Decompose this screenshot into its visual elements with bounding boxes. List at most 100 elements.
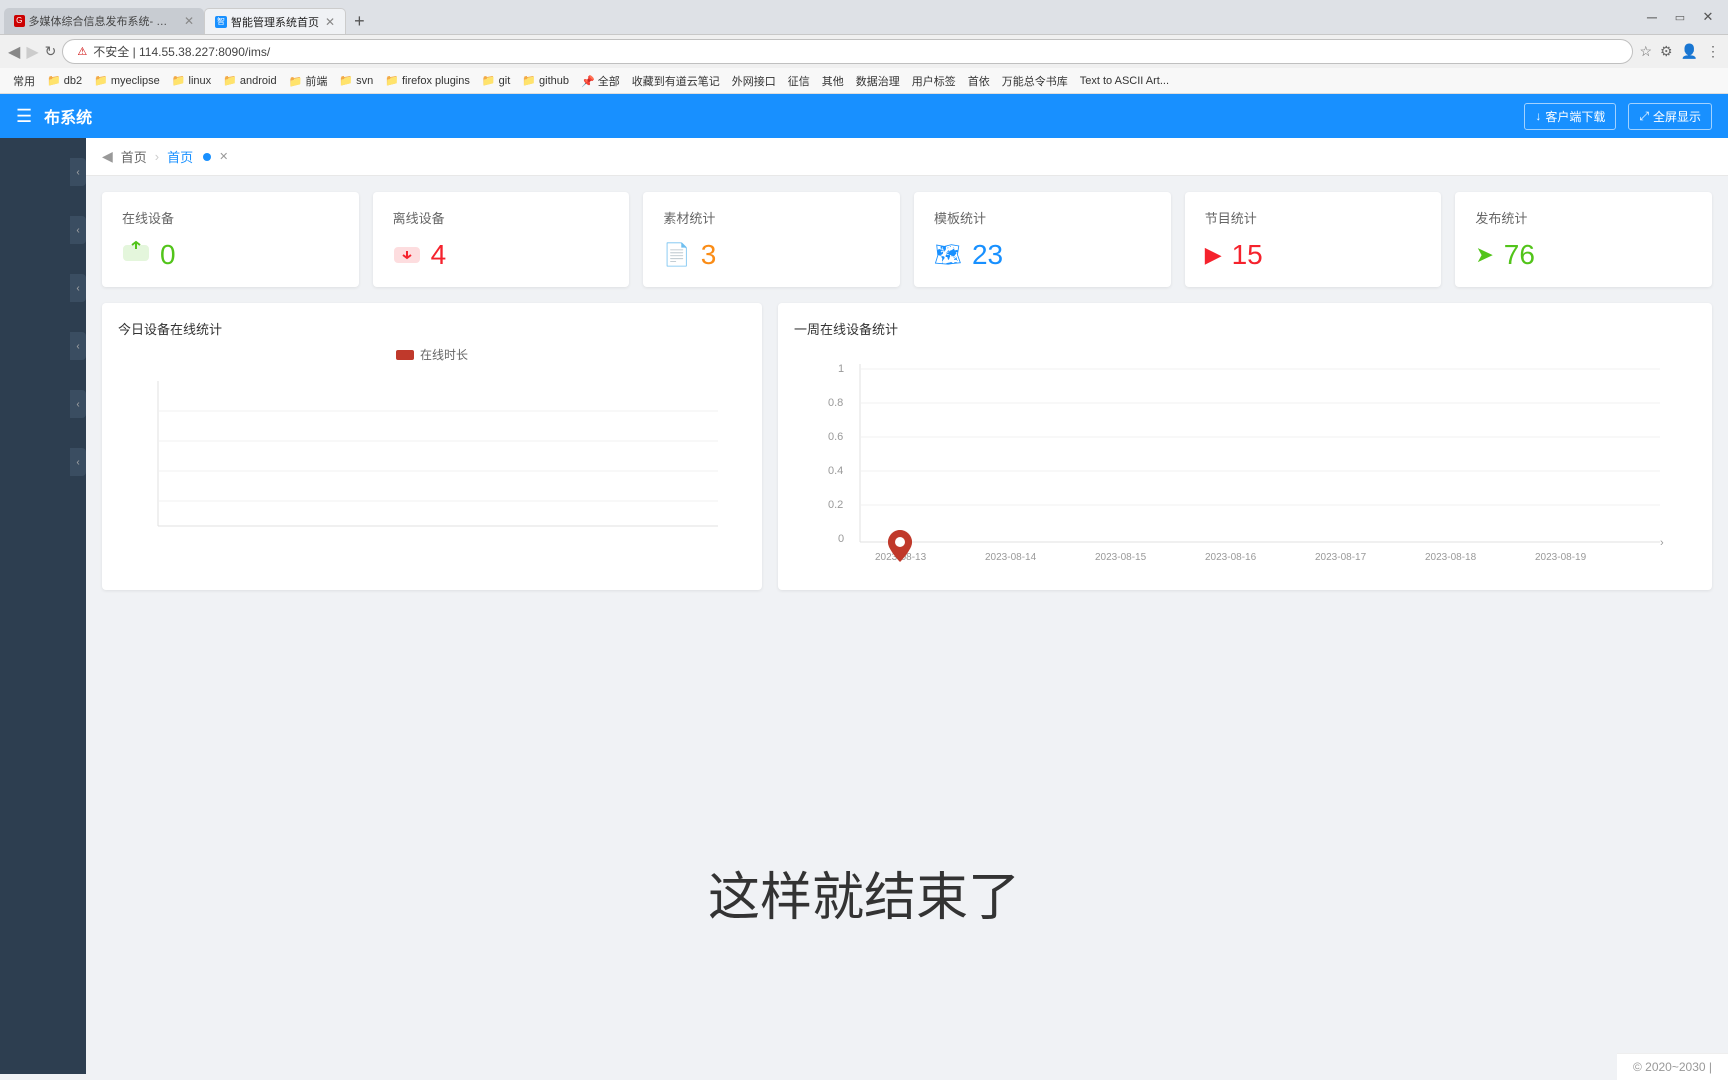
bookmark-firefox-plugins[interactable]: 📁 firefox plugins (380, 72, 475, 89)
sidebar-arrow-6[interactable]: ‹ (70, 448, 86, 476)
stat-material-icon: 📄 (663, 242, 690, 268)
stat-card-material: 素材统计 📄 3 (643, 192, 900, 287)
profile-icon[interactable]: 👤 (1681, 43, 1698, 60)
sidebar-arrow-2[interactable]: ‹ (70, 216, 86, 244)
bookmark-myeclipse[interactable]: 📁 myeclipse (89, 72, 165, 89)
stat-publish-title: 发布统计 (1475, 208, 1692, 227)
fullscreen-label: 全屏显示 (1653, 108, 1701, 125)
top-navbar: ☰ 布系统 ↓ 客户端下载 ⤢ 全屏显示 (0, 94, 1728, 138)
tab-ims[interactable]: 智 智能管理系统首页 ✕ (204, 8, 346, 34)
menu-toggle-icon[interactable]: ☰ (16, 106, 32, 127)
bookmark-zhengxin[interactable]: 征信 (783, 71, 815, 91)
tab-ims-label: 智能管理系统首页 (231, 14, 319, 30)
bookmark-wangwai[interactable]: 外网接口 (727, 71, 781, 91)
refresh-nav-button[interactable]: ↻ (45, 43, 57, 60)
bookmark-常用[interactable]: 常用 (8, 71, 40, 91)
address-bar[interactable]: ⚠ 不安全 | 114.55.38.227:8090/ims/ (62, 39, 1633, 64)
download-label: 客户端下载 (1545, 108, 1605, 125)
breadcrumb-home[interactable]: 首页 (121, 147, 147, 166)
svg-text:0.2: 0.2 (828, 499, 843, 511)
chart-today-title: 今日设备在线统计 (118, 319, 746, 338)
svg-text:2023-08-14: 2023-08-14 (985, 552, 1037, 563)
bookmark-android[interactable]: 📁 android (218, 72, 281, 89)
close-window-button[interactable]: ✕ (1696, 6, 1720, 28)
back-nav-button[interactable]: ◀ (8, 42, 20, 62)
footer-text: © 2020~2030 | (1633, 1060, 1712, 1074)
stat-card-program: 节目统计 ▶ 15 (1185, 192, 1442, 287)
breadcrumb-close-icon[interactable]: ✕ (219, 150, 228, 163)
sidebar: ‹ ‹ ‹ ‹ ‹ ‹ (0, 138, 86, 1074)
sidebar-arrow-1[interactable]: ‹ (70, 158, 86, 186)
footer: © 2020~2030 | (1617, 1053, 1728, 1080)
bookmark-all[interactable]: 📌 全部 (576, 71, 625, 91)
new-tab-button[interactable]: + (346, 8, 373, 34)
svg-text:0: 0 (838, 533, 844, 545)
stat-cards-row: 在线设备 0 (102, 192, 1712, 287)
bookmarks-bar: 常用 📁 db2 📁 myeclipse 📁 linux 📁 android 📁… (0, 68, 1728, 94)
bookmark-other[interactable]: 其他 (817, 71, 849, 91)
bookmark-github[interactable]: 📁 github (517, 72, 574, 89)
chart-today-legend-color (396, 350, 414, 360)
bookmark-db2[interactable]: 📁 db2 (42, 72, 87, 89)
stat-card-template: 模板统计 🗺 23 (914, 192, 1171, 287)
breadcrumb-current[interactable]: 首页 (167, 147, 193, 166)
stat-material-value: 3 (701, 239, 717, 271)
tab-ims-close[interactable]: ✕ (325, 15, 335, 29)
stat-card-offline: 离线设备 4 (373, 192, 630, 287)
sidebar-arrow-4[interactable]: ‹ (70, 332, 86, 360)
svg-text:2023-08-19: 2023-08-19 (1535, 552, 1587, 563)
stat-offline-value: 4 (431, 239, 447, 271)
stat-publish-value: 76 (1504, 239, 1535, 271)
bookmark-linux[interactable]: 📁 linux (167, 72, 216, 89)
stat-template-title: 模板统计 (934, 208, 1151, 227)
chart-week: 一周在线设备统计 1 0.8 0.6 0.4 0.2 0 (778, 303, 1712, 590)
breadcrumb-tab-indicator (203, 153, 211, 161)
maximize-button[interactable]: ▭ (1668, 6, 1692, 28)
bookmark-git[interactable]: 📁 git (477, 72, 515, 89)
svg-text:1: 1 (838, 363, 844, 375)
url-text: 不安全 | 114.55.38.227:8090/ims/ (93, 43, 270, 60)
svg-text:0.8: 0.8 (828, 397, 843, 409)
bookmark-usertag[interactable]: 用户标签 (907, 71, 961, 91)
fullscreen-icon: ⤢ (1639, 109, 1649, 124)
stat-online-title: 在线设备 (122, 208, 339, 227)
tab-gitee-close[interactable]: ✕ (184, 14, 194, 28)
bookmark-star-icon[interactable]: ☆ (1639, 43, 1652, 60)
bookmark-svn[interactable]: 📁 svn (334, 72, 378, 89)
svg-text:2023-08-16: 2023-08-16 (1205, 552, 1257, 563)
more-options-icon[interactable]: ⋮ (1706, 43, 1720, 60)
app-title: 布系统 (44, 104, 92, 128)
minimize-button[interactable]: ─ (1640, 6, 1664, 28)
stat-offline-title: 离线设备 (393, 208, 610, 227)
sidebar-arrow-5[interactable]: ‹ (70, 390, 86, 418)
forward-nav-button[interactable]: ▶ (26, 42, 38, 62)
breadcrumb-back-button[interactable]: ◀ (102, 148, 113, 165)
bookmark-waneng[interactable]: 万能总令书库 (997, 71, 1073, 91)
extensions-icon[interactable]: ⚙ (1660, 43, 1673, 60)
stat-card-publish: 发布统计 ➤ 76 (1455, 192, 1712, 287)
breadcrumb-bar: ◀ 首页 › 首页 ✕ (86, 138, 1728, 176)
stat-card-online: 在线设备 0 (102, 192, 359, 287)
bookmark-youdao[interactable]: 收藏到有道云笔记 (627, 71, 725, 91)
stat-online-icon (122, 240, 150, 270)
stat-program-title: 节目统计 (1205, 208, 1422, 227)
svg-text:›: › (1660, 537, 1664, 549)
sidebar-arrow-3[interactable]: ‹ (70, 274, 86, 302)
stat-online-value: 0 (160, 239, 176, 271)
bookmark-ascii[interactable]: Text to ASCII Art... (1075, 73, 1174, 89)
fullscreen-button[interactable]: ⤢ 全屏显示 (1628, 103, 1712, 130)
chart-today: 今日设备在线统计 在线时长 (102, 303, 762, 590)
breadcrumb-separator: › (155, 149, 159, 164)
main-content: 在线设备 0 (86, 176, 1728, 1074)
download-client-button[interactable]: ↓ 客户端下载 (1524, 103, 1616, 130)
bookmark-datazl[interactable]: 数据治理 (851, 71, 905, 91)
bookmark-qianduan[interactable]: 📁 前端 (284, 71, 333, 91)
tab-gitee[interactable]: G 多媒体综合信息发布系统- 企业版... ✕ (4, 8, 204, 34)
stat-publish-icon: ➤ (1475, 242, 1493, 268)
stat-template-icon: 🗺 (934, 242, 962, 268)
bookmark-shouyi[interactable]: 首依 (963, 71, 995, 91)
charts-row: 今日设备在线统计 在线时长 (102, 303, 1712, 590)
stat-program-icon: ▶ (1205, 242, 1222, 268)
svg-text:0: 0 (897, 537, 903, 549)
stat-offline-icon (393, 242, 421, 269)
